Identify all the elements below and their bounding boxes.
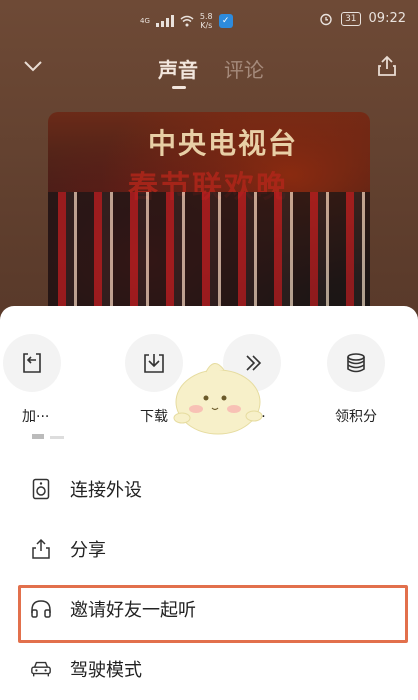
menu-connect-device[interactable]: 连接外设 <box>0 460 418 518</box>
chevron-down-icon[interactable] <box>22 56 44 76</box>
menu-driving-mode-label: 驾驶模式 <box>70 660 142 681</box>
speaker-device-icon <box>30 478 52 500</box>
car-icon <box>30 658 52 680</box>
share-icon[interactable] <box>376 54 398 78</box>
net-speed-value: 5.8 <box>199 12 213 21</box>
status-right: 31 09:22 <box>319 11 406 26</box>
network-type: 4G <box>140 17 150 25</box>
active-tab-indicator <box>172 86 186 89</box>
net-speed-unit: K/s <box>200 21 213 30</box>
wifi-icon <box>180 15 194 27</box>
menu-share[interactable]: 分享 <box>0 520 418 578</box>
status-bar: 4G 5.8 K/s ✓ 31 09:22 <box>0 0 418 44</box>
net-speed: 5.8 K/s <box>200 12 213 30</box>
action-add-circle[interactable] <box>3 334 61 392</box>
more-actions-sheet: 加··· 下载 跳··· <box>0 306 418 700</box>
cover-crowd-image <box>48 192 370 322</box>
player-header: 声音 评论 <box>0 44 418 94</box>
action-row: 加··· 下载 跳··· <box>0 334 418 435</box>
action-add[interactable]: 加··· <box>0 334 72 426</box>
add-to-list-icon <box>23 353 41 373</box>
points-coins-icon <box>347 353 365 373</box>
menu-driving-mode[interactable]: 驾驶模式 <box>0 640 418 698</box>
action-points[interactable]: 领积分 <box>316 334 396 426</box>
tab-sound[interactable]: 声音 <box>158 54 198 83</box>
status-indicators: 4G 5.8 K/s ✓ <box>140 12 233 30</box>
action-points-circle[interactable] <box>327 334 385 392</box>
signal-icon <box>155 15 174 27</box>
share-icon <box>30 538 52 560</box>
download-icon <box>144 354 164 373</box>
alarm-icon <box>320 13 332 25</box>
battery-indicator: 31 <box>341 11 361 26</box>
notification-app-icon: ✓ <box>218 14 233 28</box>
mascot-sticker-icon <box>173 363 263 435</box>
menu-connect-device-label: 连接外设 <box>70 480 142 501</box>
tab-comment[interactable]: 评论 <box>224 54 264 83</box>
clock: 09:22 <box>368 11 406 26</box>
action-add-label: 加··· <box>22 409 50 425</box>
cover-title-text: 中央电视台 <box>148 127 299 160</box>
menu-share-label: 分享 <box>70 540 106 561</box>
action-points-label: 领积分 <box>335 409 377 425</box>
album-cover: 中央电视台 春节联欢晚 <box>48 112 370 322</box>
partially-hidden-item <box>32 434 64 439</box>
highlight-box <box>18 585 408 643</box>
